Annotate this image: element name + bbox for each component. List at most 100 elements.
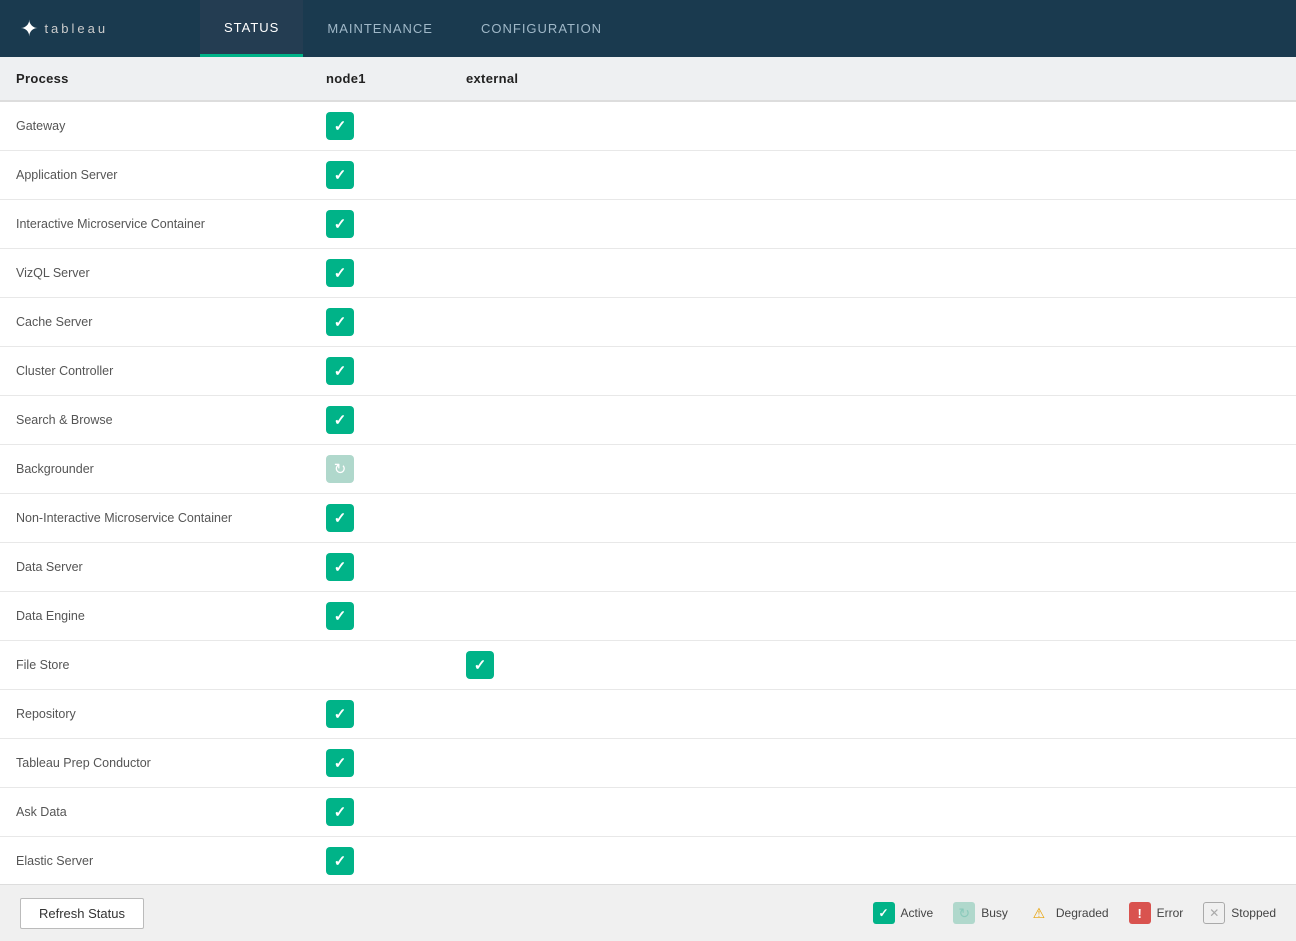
legend-stopped: Stopped	[1203, 902, 1276, 924]
process-name: Non-Interactive Microservice Container	[0, 494, 310, 543]
active-badge	[326, 357, 354, 385]
process-name: Data Server	[0, 543, 310, 592]
legend-error-icon	[1137, 906, 1141, 921]
col-external: external	[450, 57, 1296, 101]
legend-busy-icon	[958, 905, 970, 922]
process-name: Interactive Microservice Container	[0, 200, 310, 249]
legend-stopped-label: Stopped	[1231, 906, 1276, 920]
logo-text: tableau	[44, 21, 108, 36]
table-row: Search & Browse	[0, 396, 1296, 445]
node1-status: ↻	[310, 445, 450, 494]
node1-status	[310, 494, 450, 543]
process-name: Ask Data	[0, 788, 310, 837]
busy-badge: ↻	[326, 455, 354, 483]
external-status	[450, 690, 1296, 739]
main-nav: STATUS MAINTENANCE CONFIGURATION	[200, 0, 626, 57]
legend-busy: Busy	[953, 902, 1008, 924]
check-icon	[334, 509, 347, 527]
table-row: Interactive Microservice Container	[0, 200, 1296, 249]
active-badge	[326, 553, 354, 581]
external-status	[450, 347, 1296, 396]
logo-area: ✦ tableau	[0, 16, 200, 42]
check-icon	[334, 705, 347, 723]
legend-error-badge	[1129, 902, 1151, 924]
node1-status	[310, 837, 450, 885]
legend-stopped-badge	[1203, 902, 1225, 924]
process-name: Data Engine	[0, 592, 310, 641]
external-status	[450, 396, 1296, 445]
check-icon	[334, 411, 347, 429]
main-content: Process node1 external GatewayApplicatio…	[0, 57, 1296, 884]
legend-degraded-badge	[1028, 902, 1050, 924]
check-icon	[334, 362, 347, 380]
table-row: File Store	[0, 641, 1296, 690]
external-status	[450, 200, 1296, 249]
status-table: Process node1 external GatewayApplicatio…	[0, 57, 1296, 884]
check-icon	[334, 558, 347, 576]
node1-status	[310, 347, 450, 396]
active-badge	[326, 749, 354, 777]
process-name: Cluster Controller	[0, 347, 310, 396]
legend-active-label: Active	[901, 906, 934, 920]
table-row: Repository	[0, 690, 1296, 739]
check-icon	[334, 215, 347, 233]
tableau-logo-icon: ✦	[20, 16, 36, 42]
node1-status	[310, 543, 450, 592]
active-badge	[326, 798, 354, 826]
external-status	[450, 641, 1296, 690]
table-row: Data Engine	[0, 592, 1296, 641]
node1-status	[310, 200, 450, 249]
active-badge	[326, 259, 354, 287]
table-row: Tableau Prep Conductor	[0, 739, 1296, 788]
check-icon	[334, 754, 347, 772]
active-badge	[326, 210, 354, 238]
external-status	[450, 298, 1296, 347]
active-badge	[326, 161, 354, 189]
col-process: Process	[0, 57, 310, 101]
table-row: Non-Interactive Microservice Container	[0, 494, 1296, 543]
check-icon	[334, 264, 347, 282]
legend-degraded: Degraded	[1028, 902, 1109, 924]
external-status	[450, 739, 1296, 788]
active-badge	[466, 651, 494, 679]
external-status	[450, 788, 1296, 837]
legend-degraded-label: Degraded	[1056, 906, 1109, 920]
tab-status[interactable]: STATUS	[200, 0, 303, 57]
process-name: Elastic Server	[0, 837, 310, 885]
process-name: Backgrounder	[0, 445, 310, 494]
legend-active-check-icon	[878, 906, 888, 920]
check-icon	[334, 852, 347, 870]
process-name: Repository	[0, 690, 310, 739]
table-row: Application Server	[0, 151, 1296, 200]
active-badge	[326, 700, 354, 728]
external-status	[450, 592, 1296, 641]
app-header: ✦ tableau STATUS MAINTENANCE CONFIGURATI…	[0, 0, 1296, 57]
node1-status	[310, 101, 450, 151]
table-row: Cache Server	[0, 298, 1296, 347]
node1-status	[310, 249, 450, 298]
active-badge	[326, 602, 354, 630]
process-name: File Store	[0, 641, 310, 690]
table-row: Backgrounder ↻	[0, 445, 1296, 494]
legend-error-label: Error	[1157, 906, 1184, 920]
legend-stopped-icon	[1209, 906, 1219, 920]
node1-status	[310, 592, 450, 641]
check-icon	[334, 117, 347, 135]
node1-status	[310, 396, 450, 445]
legend-active: Active	[873, 902, 934, 924]
external-status	[450, 101, 1296, 151]
check-icon	[334, 803, 347, 821]
table-row: Elastic Server	[0, 837, 1296, 885]
check-icon	[334, 607, 347, 625]
external-status	[450, 445, 1296, 494]
external-status	[450, 249, 1296, 298]
table-row: Data Server	[0, 543, 1296, 592]
table-row: VizQL Server	[0, 249, 1296, 298]
active-badge	[326, 406, 354, 434]
refresh-status-button[interactable]: Refresh Status	[20, 898, 144, 929]
tab-maintenance[interactable]: MAINTENANCE	[303, 0, 457, 57]
legend-degraded-icon	[1033, 905, 1046, 922]
external-status	[450, 837, 1296, 885]
legend-busy-label: Busy	[981, 906, 1008, 920]
tab-configuration[interactable]: CONFIGURATION	[457, 0, 626, 57]
